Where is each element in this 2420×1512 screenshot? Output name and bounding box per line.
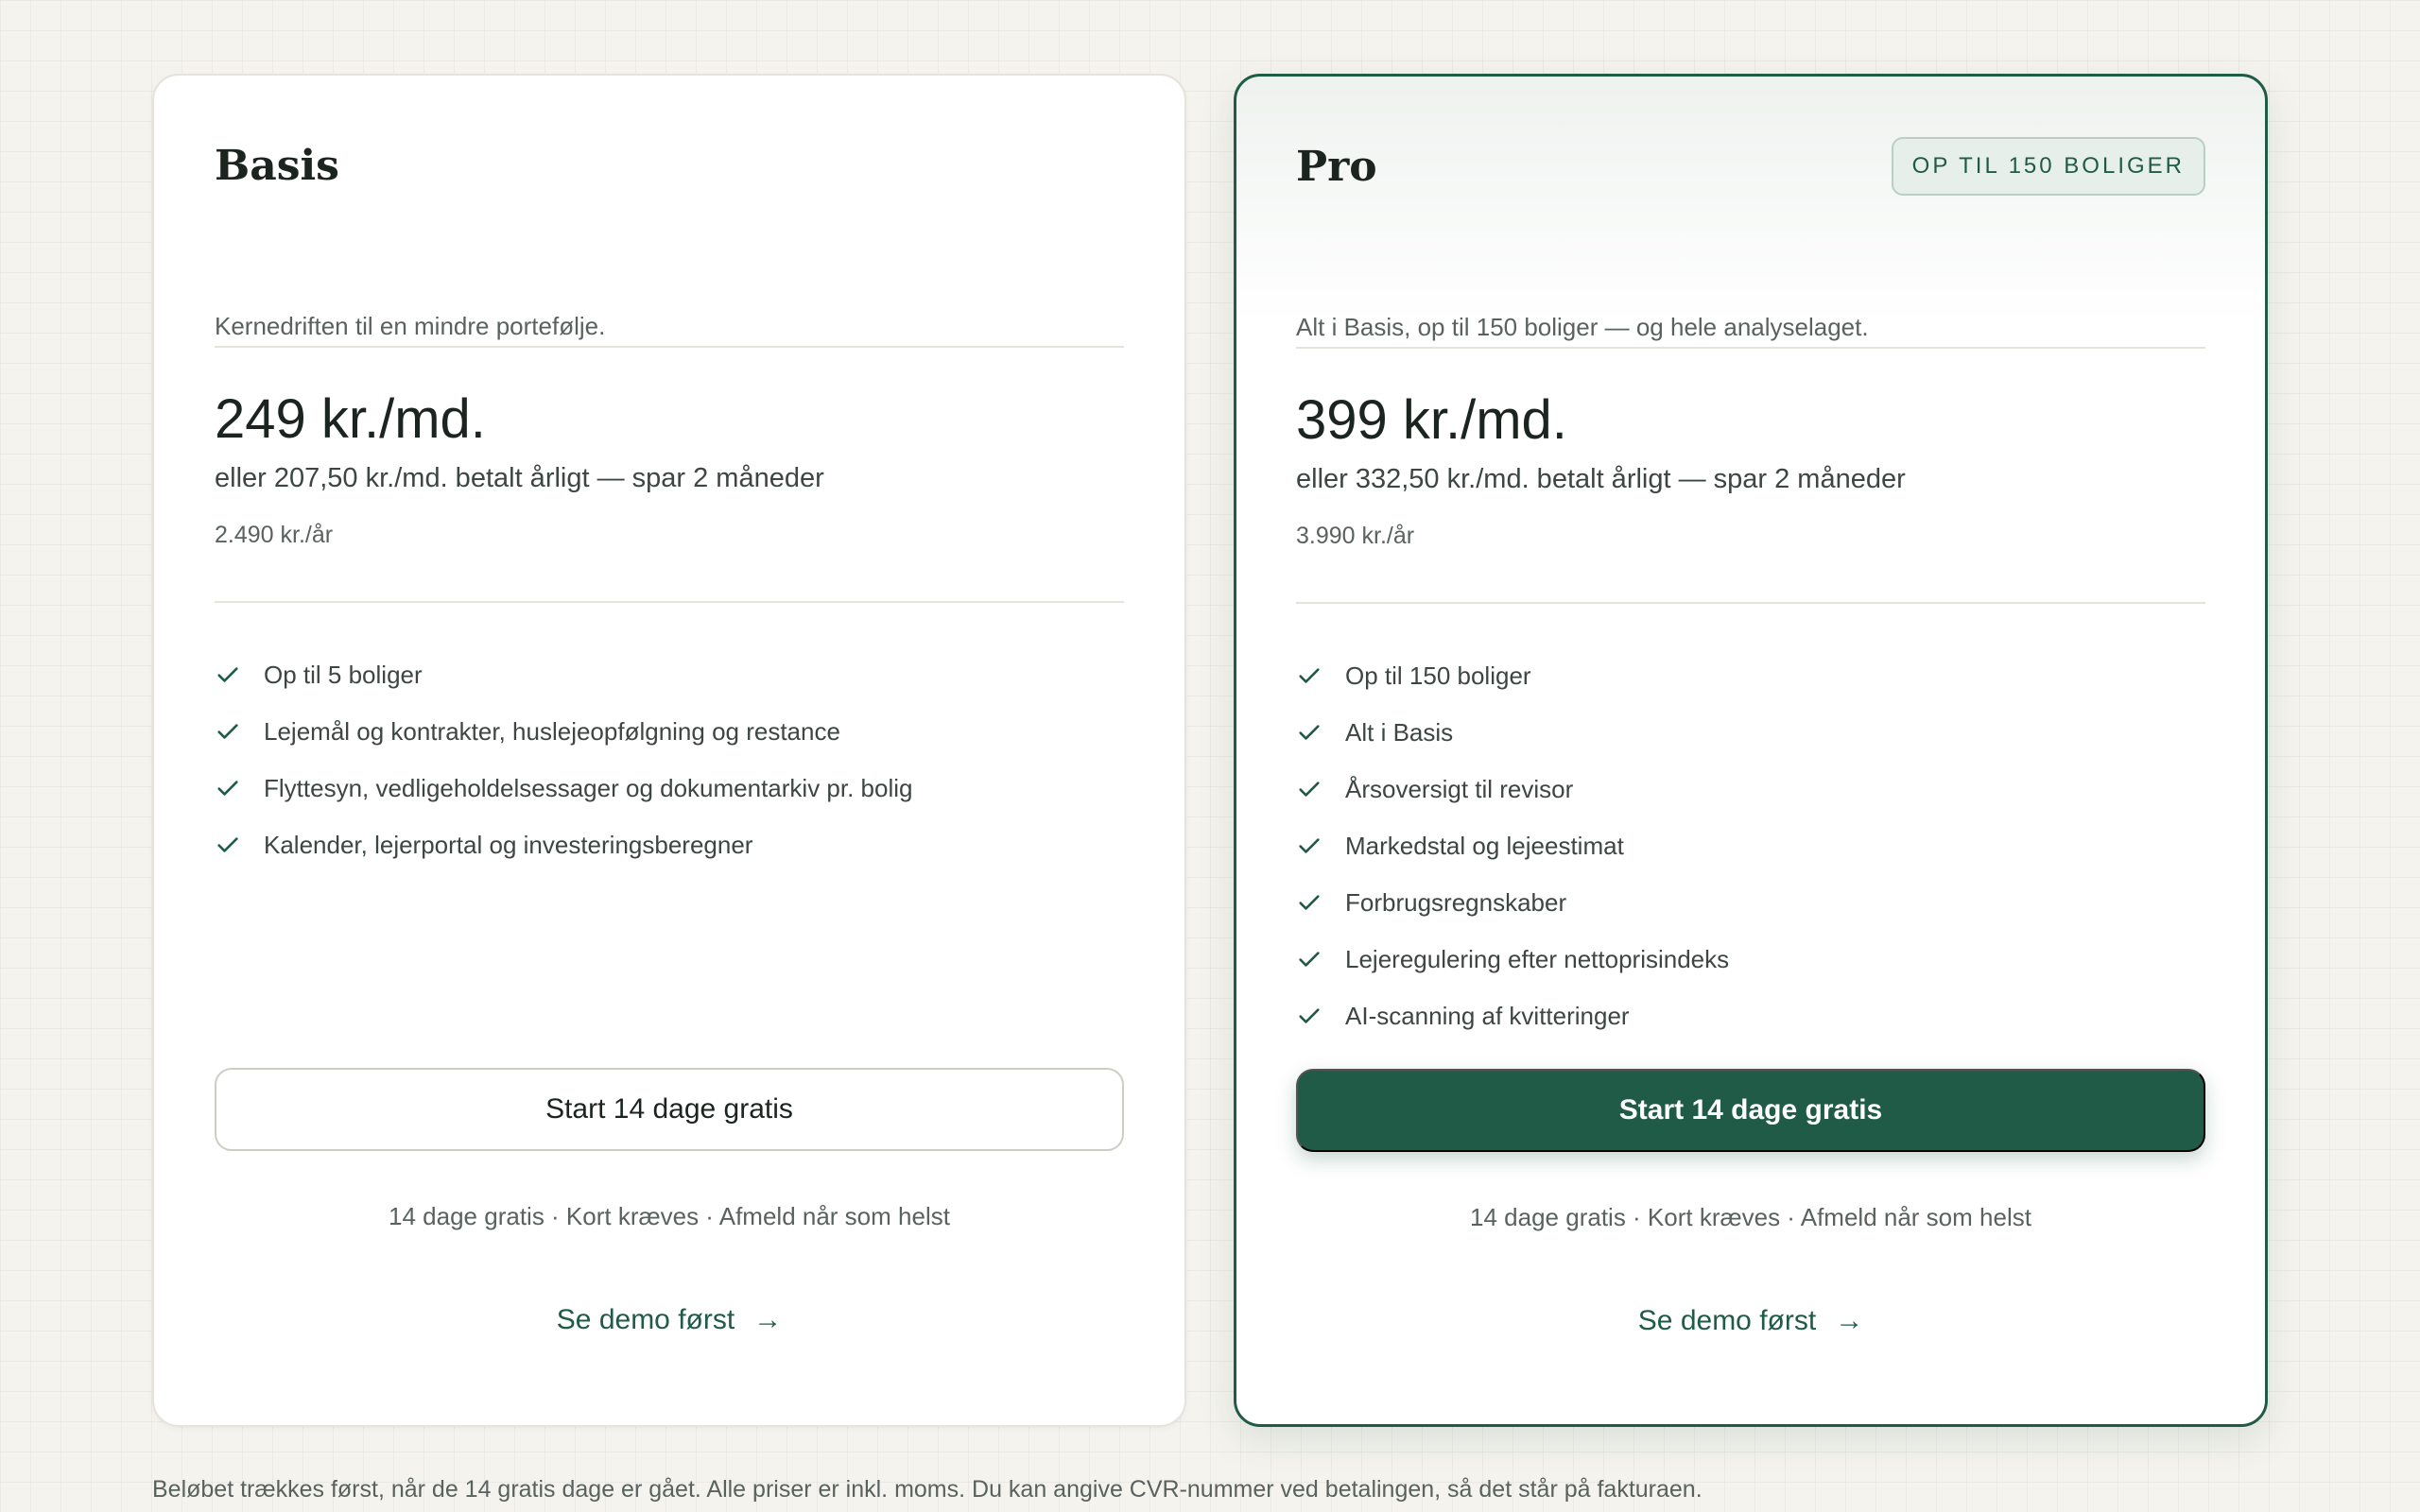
feature-label: Lejeregulering efter nettoprisindeks [1345, 944, 1730, 973]
plan-badge: OP TIL 150 BOLIGER [1891, 137, 2205, 196]
see-demo-link[interactable]: Se demo først → [1296, 1305, 2205, 1337]
feature-list: Op til 5 boliger Lejemål og kontrakter, … [215, 646, 1124, 873]
yearly-price-note: eller 332,50 kr./md. betalt årligt — spa… [1296, 464, 1906, 494]
feature-item: Kalender, lejerportal og investeringsber… [215, 816, 1124, 873]
plan-price: 399 kr./md. [1296, 389, 1567, 451]
divider [1296, 347, 2205, 349]
check-icon [1296, 719, 1345, 746]
price-per-year: 3.990 kr./år [1296, 523, 1415, 549]
feature-label: Flyttesyn, vedligeholdelsessager og doku… [264, 773, 913, 802]
trial-fine-print: 14 dage gratis · Kort kræves · Afmeld nå… [1470, 1203, 2031, 1231]
feature-label: Lejemål og kontrakter, huslejeopfølgning… [264, 716, 840, 746]
feature-label: Alt i Basis [1345, 717, 1454, 747]
check-icon [1296, 1003, 1345, 1029]
feature-item: Årsoversigt til revisor [1296, 761, 2205, 817]
feature-item: Markedstal og lejeestimat [1296, 817, 2205, 874]
check-icon [1296, 946, 1345, 972]
feature-item: Lejemål og kontrakter, huslejeopfølgning… [215, 703, 1124, 760]
price-per-year: 2.490 kr./år [215, 522, 334, 548]
trial-fine-print: 14 dage gratis · Kort kræves · Afmeld nå… [389, 1202, 950, 1230]
check-icon [215, 662, 264, 688]
check-icon [215, 775, 264, 801]
feature-label: Kalender, lejerportal og investeringsber… [264, 830, 753, 859]
start-trial-button[interactable]: Start 14 dage gratis [1296, 1069, 2205, 1152]
plan-title: Basis [215, 142, 339, 190]
feature-item: Lejeregulering efter nettoprisindeks [1296, 931, 2205, 988]
plan-price: 249 kr./md. [215, 388, 486, 450]
feature-list: Op til 150 boliger Alt i Basis Årsoversi… [1296, 647, 2205, 1044]
plan-title: Pro [1296, 143, 1377, 191]
feature-item: AI-scanning af kvitteringer [1296, 988, 2205, 1044]
arrow-right-icon: → [753, 1304, 783, 1335]
divider [215, 601, 1124, 603]
plan-card-pro: Pro OP TIL 150 BOLIGER Alt i Basis, op t… [1234, 74, 2268, 1427]
feature-label: Årsoversigt til revisor [1345, 774, 1574, 803]
yearly-price-note: eller 207,50 kr./md. betalt årligt — spa… [215, 463, 824, 493]
feature-label: AI-scanning af kvitteringer [1345, 1001, 1630, 1030]
check-icon [1296, 776, 1345, 802]
see-demo-label: Se demo først [1637, 1305, 1817, 1336]
plan-description: Alt i Basis, op til 150 boliger — og hel… [1296, 313, 1869, 341]
start-trial-button[interactable]: Start 14 dage gratis [215, 1068, 1124, 1151]
feature-item: Alt i Basis [1296, 704, 2205, 761]
plan-description: Kernedriften til en mindre portefølje. [215, 312, 606, 340]
plan-card-basis: Basis Kernedriften til en mindre portefø… [152, 74, 1186, 1427]
divider [1296, 602, 2205, 604]
feature-label: Op til 5 boliger [264, 660, 423, 689]
feature-label: Op til 150 boliger [1345, 661, 1531, 690]
check-icon [1296, 662, 1345, 689]
billing-footnote: Beløbet trækkes først, når de 14 gratis … [152, 1476, 1703, 1503]
check-icon [1296, 889, 1345, 916]
feature-item: Flyttesyn, vedligeholdelsessager og doku… [215, 760, 1124, 816]
see-demo-link[interactable]: Se demo først → [215, 1304, 1124, 1336]
divider [215, 346, 1124, 348]
check-icon [1296, 833, 1345, 859]
check-icon [215, 832, 264, 858]
see-demo-label: Se demo først [556, 1304, 735, 1335]
arrow-right-icon: → [1835, 1305, 1864, 1336]
feature-item: Op til 5 boliger [215, 646, 1124, 703]
check-icon [215, 718, 264, 745]
feature-item: Forbrugsregnskaber [1296, 874, 2205, 931]
feature-item: Op til 150 boliger [1296, 647, 2205, 704]
feature-label: Forbrugsregnskaber [1345, 887, 1567, 917]
feature-label: Markedstal og lejeestimat [1345, 831, 1624, 860]
